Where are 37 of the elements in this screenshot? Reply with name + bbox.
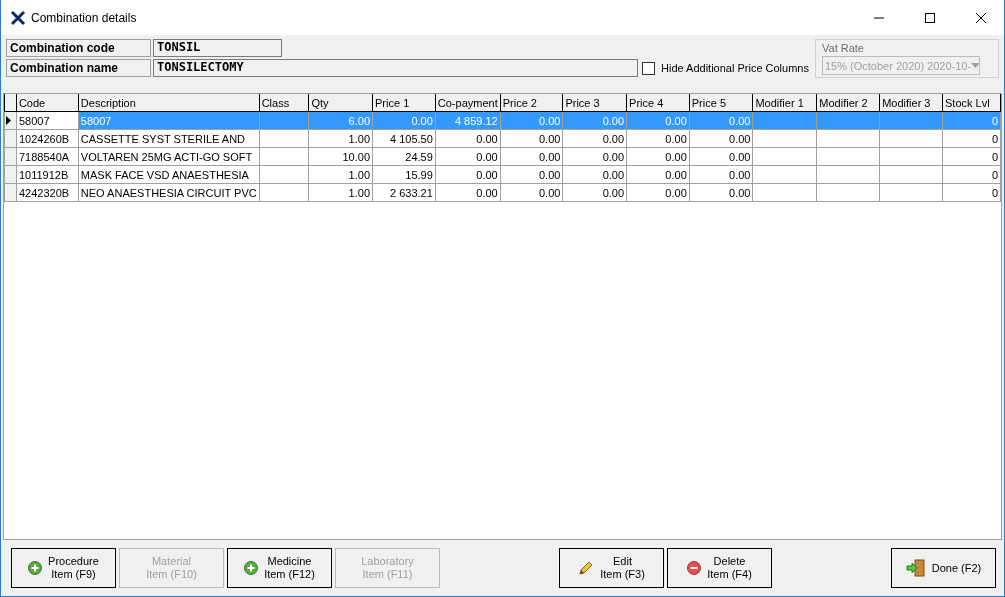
action-button[interactable]: Done (F2): [891, 548, 996, 588]
code-field[interactable]: TONSIL: [153, 39, 282, 57]
field-label: Combination code: [6, 39, 151, 57]
column-header[interactable]: Modifier 2: [816, 94, 880, 112]
column-header[interactable]: Co-payment: [435, 94, 501, 112]
field-label: Combination name: [6, 59, 151, 77]
plus-icon: [28, 561, 43, 575]
action-button[interactable]: Edit Item (F3): [559, 548, 664, 588]
action-button[interactable]: Procedure Item (F9): [11, 548, 116, 588]
column-header[interactable]: Price 3: [562, 94, 627, 112]
column-header[interactable]: Price 2: [500, 94, 563, 112]
column-header[interactable]: Price 5: [689, 94, 753, 112]
group-label: Vat Rate: [822, 42, 865, 54]
name-field[interactable]: TONSILECTOMY: [153, 59, 638, 77]
caret-icon: [971, 63, 979, 68]
column-header[interactable]: Description: [78, 94, 260, 112]
column-header[interactable]: Qty: [308, 94, 373, 112]
checkbox-label: Hide Additional Price Columns: [661, 62, 809, 74]
column-header[interactable]: Modifier 3: [879, 94, 943, 112]
plus-icon: [244, 561, 259, 575]
checkbox[interactable]: [642, 61, 655, 75]
column-header[interactable]: Price 4: [626, 94, 690, 112]
pencil-icon: [578, 560, 595, 576]
column-header[interactable]: Class: [259, 94, 309, 112]
tools-icon: [10, 9, 26, 26]
column-header[interactable]: Modifier 1: [752, 94, 817, 112]
row-pointer-icon: [5, 115, 11, 125]
close-icon: [976, 12, 986, 23]
door-icon: [905, 559, 926, 577]
action-button[interactable]: Medicine Item (F12): [227, 548, 332, 588]
action-button[interactable]: Delete Item (F4): [667, 548, 772, 588]
column-header[interactable]: Stock Lvl: [942, 94, 1001, 112]
column-header[interactable]: Code: [16, 94, 79, 112]
maximize-icon: [925, 12, 935, 23]
minus-icon: [687, 561, 702, 575]
column-header[interactable]: Price 1: [372, 94, 436, 112]
window-title: Combination details: [31, 10, 138, 25]
